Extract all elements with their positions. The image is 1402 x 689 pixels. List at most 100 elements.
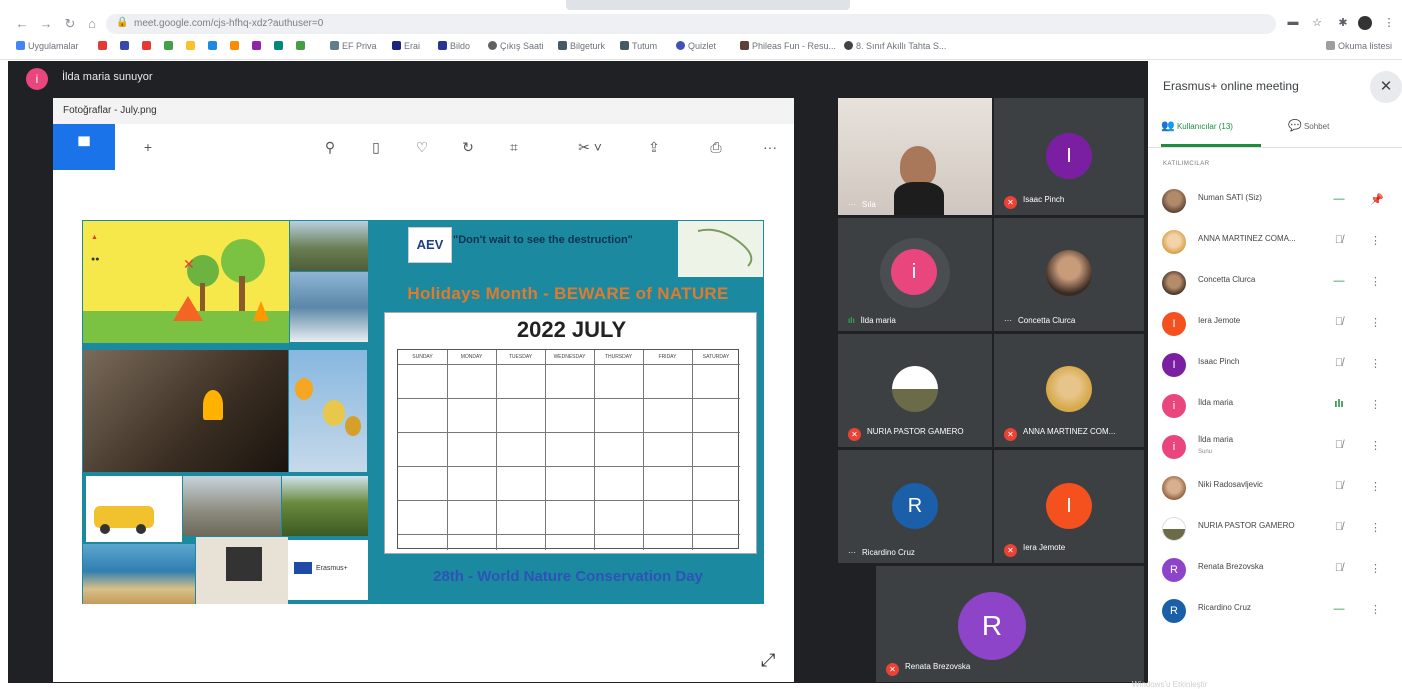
reading-list[interactable]: Okuma listesi xyxy=(1326,41,1392,51)
mic-off-icon[interactable]: 🎙̸ xyxy=(1332,562,1346,574)
print-icon[interactable]: ⎙ xyxy=(705,137,727,157)
more-options-icon[interactable]: ⋮ xyxy=(1370,398,1381,411)
bookmark-icon-1[interactable] xyxy=(98,41,110,51)
bookmark-icon-9[interactable] xyxy=(274,41,286,51)
participant-tile[interactable]: i ılı İlda maria xyxy=(838,218,992,331)
mic-off-icon[interactable]: 🎙̸ xyxy=(1332,234,1346,246)
bookmark-apps[interactable]: Uygulamalar xyxy=(16,41,79,51)
zoom-icon[interactable]: ⚲ xyxy=(319,137,341,157)
participant-row[interactable]: R Renata Brezovska 🎙̸ ⋮ xyxy=(1148,550,1402,590)
photo-view-icon[interactable]: ▀ xyxy=(53,124,115,170)
participant-avatar: R xyxy=(958,592,1026,660)
bookmark-quizlet[interactable]: Quizlet xyxy=(676,41,716,51)
camera-indicator-icon[interactable]: ▬ xyxy=(1286,16,1300,28)
close-icon[interactable]: ✕ xyxy=(1370,71,1402,103)
participant-row[interactable]: R Ricardino Cruz — ⋮ xyxy=(1148,591,1402,631)
participant-name: Isaac Pinch xyxy=(1198,357,1240,366)
participant-row[interactable]: i İlda maria Sunu 🎙̸ ⋮ xyxy=(1148,427,1402,467)
mic-on-icon[interactable]: — xyxy=(1332,275,1346,287)
mic-off-icon[interactable]: 🎙̸ xyxy=(1332,357,1346,369)
tab-people[interactable]: 👥 Kullanıcılar (13) xyxy=(1161,119,1261,147)
participant-tile[interactable]: ··· Concetta Clurca xyxy=(994,218,1144,331)
favorite-icon[interactable]: ♡ xyxy=(411,137,433,157)
participant-tile[interactable]: ✕ ANNA MARTINEZ COM... xyxy=(994,334,1144,447)
participant-tile[interactable]: I ✕ Iera Jemote xyxy=(994,450,1144,563)
participant-tile[interactable]: ··· Sıla xyxy=(838,98,992,215)
balloon xyxy=(345,416,361,436)
share-icon[interactable]: ⇪ xyxy=(643,137,665,157)
participant-row[interactable]: I Isaac Pinch 🎙̸ ⋮ xyxy=(1148,345,1402,385)
bookmark-tutum[interactable]: Tutum xyxy=(620,41,657,51)
participant-row[interactable]: i İlda maria ılı ⋮ xyxy=(1148,386,1402,426)
mic-on-icon[interactable]: — xyxy=(1332,603,1346,615)
crop-icon[interactable]: ⌗ xyxy=(503,137,525,157)
participant-tile[interactable]: I ✕ Isaac Pinch xyxy=(994,98,1144,215)
bookmark-icon-3[interactable] xyxy=(142,41,154,51)
extensions-icon[interactable]: ✱ xyxy=(1336,16,1350,29)
bookmark-bildo[interactable]: Bildo xyxy=(438,41,470,51)
bookmark-efprivate[interactable]: EF Priva xyxy=(330,41,377,51)
bookmark-icon-2[interactable] xyxy=(120,41,132,51)
bookmark-icon-4[interactable] xyxy=(164,41,176,51)
participant-row[interactable]: Numan SATI (Siz) — 📌 xyxy=(1148,181,1402,221)
participant-name: NURIA PASTOR GAMERO xyxy=(1198,521,1295,530)
bookmark-icon-7[interactable] xyxy=(230,41,242,51)
more-options-icon[interactable]: ⋮ xyxy=(1370,480,1381,493)
bookmark-8sinif[interactable]: 8. Sınıf Akıllı Tahta S... xyxy=(844,41,946,51)
pin-icon[interactable]: 📌 xyxy=(1370,193,1384,206)
mic-on-icon[interactable]: — xyxy=(1332,193,1346,205)
bookmark-favicon xyxy=(438,41,447,50)
forward-icon[interactable]: → xyxy=(38,16,54,32)
mic-off-icon[interactable]: 🎙̸ xyxy=(1332,316,1346,328)
mic-off-icon[interactable]: 🎙̸ xyxy=(1332,480,1346,492)
bookmark-icon-5[interactable] xyxy=(186,41,198,51)
participant-tile[interactable]: R ··· Ricardino Cruz xyxy=(838,450,992,563)
reload-icon[interactable]: ↻ xyxy=(62,16,78,32)
address-bar[interactable]: 🔒 meet.google.com/cjs-hfhq-xdz?authuser=… xyxy=(106,14,1276,34)
more-options-icon[interactable]: ⋮ xyxy=(1370,521,1381,534)
bookmark-cikis[interactable]: Çıkış Saati xyxy=(488,41,544,51)
back-icon[interactable]: ← xyxy=(14,16,30,32)
bookmark-phileas[interactable]: Phileas Fun - Resu... xyxy=(740,41,836,51)
more-options-icon[interactable]: ⋮ xyxy=(1370,275,1381,288)
add-icon[interactable]: + xyxy=(137,137,159,157)
bookmark-icon-10[interactable] xyxy=(296,41,308,51)
more-options-icon[interactable]: ⋮ xyxy=(1370,603,1381,616)
apps-icon xyxy=(16,41,25,50)
bookmark-bilgeturk[interactable]: Bilgeturk xyxy=(558,41,605,51)
more-options-icon[interactable]: ⋮ xyxy=(1370,357,1381,370)
bookmark-icon-8[interactable] xyxy=(252,41,264,51)
home-icon[interactable]: ⌂ xyxy=(84,16,100,32)
bookmark-erai[interactable]: Erai xyxy=(392,41,420,51)
menu-icon[interactable]: ⋮ xyxy=(1382,16,1396,29)
participant-row[interactable]: NURIA PASTOR GAMERO 🎙̸ ⋮ xyxy=(1148,509,1402,549)
mic-off-icon[interactable]: 🎙̸ xyxy=(1332,439,1346,451)
browser-tab[interactable] xyxy=(566,0,850,10)
speaking-icon[interactable]: ılı xyxy=(1332,398,1346,410)
participant-row[interactable]: Concetta Clurca — ⋮ xyxy=(1148,263,1402,303)
mic-off-icon[interactable]: 🎙̸ xyxy=(1332,521,1346,533)
day-name: TUESDAY xyxy=(508,354,533,360)
tile-name: ılı İlda maria xyxy=(848,316,896,325)
more-icon[interactable]: ··· xyxy=(759,137,781,157)
participant-row[interactable]: Niki Radosavljevic 🎙̸ ⋮ xyxy=(1148,468,1402,508)
collage-photo xyxy=(282,476,368,536)
more-options-icon[interactable]: ⋮ xyxy=(1370,316,1381,329)
fullscreen-icon[interactable]: ⤢ xyxy=(761,650,775,671)
bookmark-favicon xyxy=(120,41,129,50)
more-options-icon[interactable]: ⋮ xyxy=(1370,439,1381,452)
bookmark-icon-6[interactable] xyxy=(208,41,220,51)
participant-tile[interactable]: ✕ NURIA PASTOR GAMERO xyxy=(838,334,992,447)
tab-chat[interactable]: 💬 Sohbet xyxy=(1288,119,1388,147)
participant-name: İlda maria xyxy=(1198,435,1234,444)
more-options-icon[interactable]: ⋮ xyxy=(1370,562,1381,575)
delete-icon[interactable]: ▯ xyxy=(365,137,387,157)
more-options-icon[interactable]: ⋮ xyxy=(1370,234,1381,247)
star-icon[interactable]: ☆ xyxy=(1310,16,1324,29)
rotate-icon[interactable]: ↻ xyxy=(457,137,479,157)
participant-tile[interactable]: R ✕ Renata Brezovska xyxy=(876,566,1144,682)
participant-row[interactable]: I Iera Jemote 🎙̸ ⋮ xyxy=(1148,304,1402,344)
edit-icon[interactable]: ✂ ˅ xyxy=(573,137,607,157)
participant-row[interactable]: ANNA MARTINEZ COMA... 🎙̸ ⋮ xyxy=(1148,222,1402,262)
profile-avatar[interactable] xyxy=(1358,16,1372,30)
